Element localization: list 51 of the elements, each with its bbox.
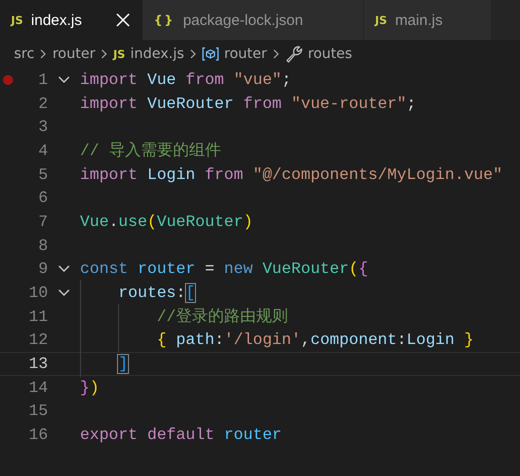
editor-tab[interactable]: JS index.js [0,0,143,40]
editor-tab[interactable]: JS main.js [364,0,492,40]
variable-icon [202,47,220,61]
chevron-right-icon [100,49,108,59]
line-number: 4 [37,142,48,160]
code-line: export default router [80,426,282,444]
code-line: ] [117,355,128,374]
line-number: 15 [28,402,48,420]
breadcrumb-item[interactable]: JS index.js [113,46,184,62]
line-number: 12 [28,331,48,350]
editor-tab[interactable]: {} package-lock.json [142,0,364,40]
js-file-icon: JS [375,14,388,26]
close-icon[interactable] [116,13,130,27]
chevron-down-icon[interactable] [58,265,70,274]
code-line: // 导入需要的组件 [80,140,221,162]
code-line: routes:[ [117,284,196,302]
json-file-icon: {} [154,13,175,27]
breadcrumb-item[interactable]: routes [284,45,352,63]
code-line: import Login from "@/components/MyLogin.vue" [80,166,502,184]
code-line: import Vue from "vue"; [80,70,292,89]
chevron-down-icon[interactable] [58,76,70,84]
line-number: 9 [37,260,48,278]
js-file-icon: JS [113,48,126,60]
code-line: import VueRouter from "vue-router"; [80,94,416,113]
line-number: 6 [37,189,48,208]
chevron-right-icon [272,49,280,59]
wrench-icon [284,45,303,63]
line-number: 2 [37,94,48,113]
js-file-icon: JS [11,14,24,26]
line-number: 16 [28,426,48,444]
line-number: 3 [37,118,48,136]
code-line: }) [80,378,100,397]
line-number: 11 [28,308,48,326]
line-number: 10 [28,284,48,302]
line-number: 5 [37,166,48,184]
code-line: //登录的路由规则 [156,306,288,328]
breakpoint-dot[interactable] [3,74,13,85]
code-line: const router = new VueRouter({ [80,260,368,278]
line-number: 7 [37,212,48,231]
chevron-right-icon [39,49,48,59]
code-line: Vue.use(VueRouter) [80,212,253,231]
line-number: 1 [37,70,48,89]
line-number: 13 [28,355,48,374]
breadcrumb-item[interactable]: router [52,46,96,62]
breadcrumb-item[interactable]: router [202,46,267,62]
chevron-down-icon[interactable] [58,289,70,298]
line-number: 14 [28,378,48,397]
breadcrumb-item[interactable]: src [14,46,34,62]
chevron-right-icon [189,49,198,59]
code-line: { path:'/login',component:Login } [156,331,474,350]
line-number: 8 [37,236,48,255]
